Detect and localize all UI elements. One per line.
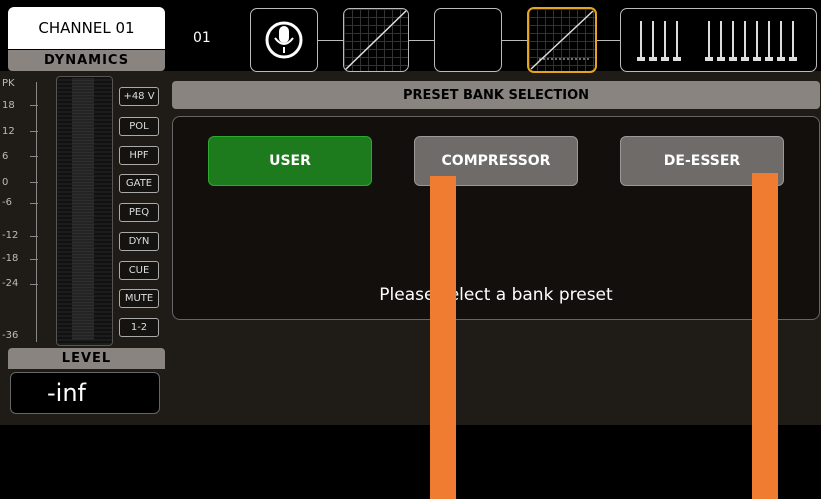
meter-tick: -12 xyxy=(2,230,19,241)
level-value: -inf xyxy=(10,372,160,414)
meter-tick: 12 xyxy=(2,126,15,137)
compressor-curve-icon xyxy=(530,10,594,70)
bank-prompt: Please select a bank preset xyxy=(379,285,613,305)
meter-tick: 6 xyxy=(2,151,9,162)
peq-button[interactable]: PEQ xyxy=(119,203,159,222)
polarity-button[interactable]: POL xyxy=(119,117,159,136)
phantom-power-button[interactable]: +48 V xyxy=(119,87,159,106)
mute-button[interactable]: MUTE xyxy=(119,289,159,308)
overlay-bar-right xyxy=(752,173,778,499)
gate-curve-icon xyxy=(344,9,408,71)
level-label: LEVEL xyxy=(8,348,165,369)
meter-axis xyxy=(36,82,37,342)
meter-tick: 18 xyxy=(2,100,15,111)
gate-button[interactable]: GATE xyxy=(119,174,159,193)
meter-tick: PK xyxy=(2,78,15,89)
meter-tick: -6 xyxy=(2,197,12,208)
link-button[interactable]: 1-2 xyxy=(119,318,159,337)
hpf-button[interactable]: HPF xyxy=(119,146,159,165)
meter-tick: -36 xyxy=(2,330,19,341)
cue-button[interactable]: CUE xyxy=(119,261,159,280)
section-label: DYNAMICS xyxy=(8,50,165,71)
preset-bank-header: PRESET BANK SELECTION xyxy=(172,81,820,109)
microphone-icon xyxy=(265,21,303,59)
dynamics-thumb[interactable] xyxy=(527,7,597,73)
channel-number: 01 xyxy=(193,30,211,46)
overlay-bar-left xyxy=(430,176,456,499)
fader-bank-icon xyxy=(637,21,797,61)
level-meter-fill xyxy=(72,78,94,340)
channel-tab[interactable]: CHANNEL 01 xyxy=(8,7,165,49)
meter-tick: 0 xyxy=(2,177,9,188)
user-bank-button[interactable]: USER xyxy=(208,136,372,186)
meter-tick: -24 xyxy=(2,278,19,289)
meter-tick: -18 xyxy=(2,253,19,264)
eq-thumb[interactable] xyxy=(434,8,502,72)
dyn-button[interactable]: DYN xyxy=(119,232,159,251)
mic-input-thumb[interactable] xyxy=(250,8,318,72)
gate-thumb[interactable] xyxy=(343,8,409,72)
faders-thumb[interactable] xyxy=(620,8,817,72)
